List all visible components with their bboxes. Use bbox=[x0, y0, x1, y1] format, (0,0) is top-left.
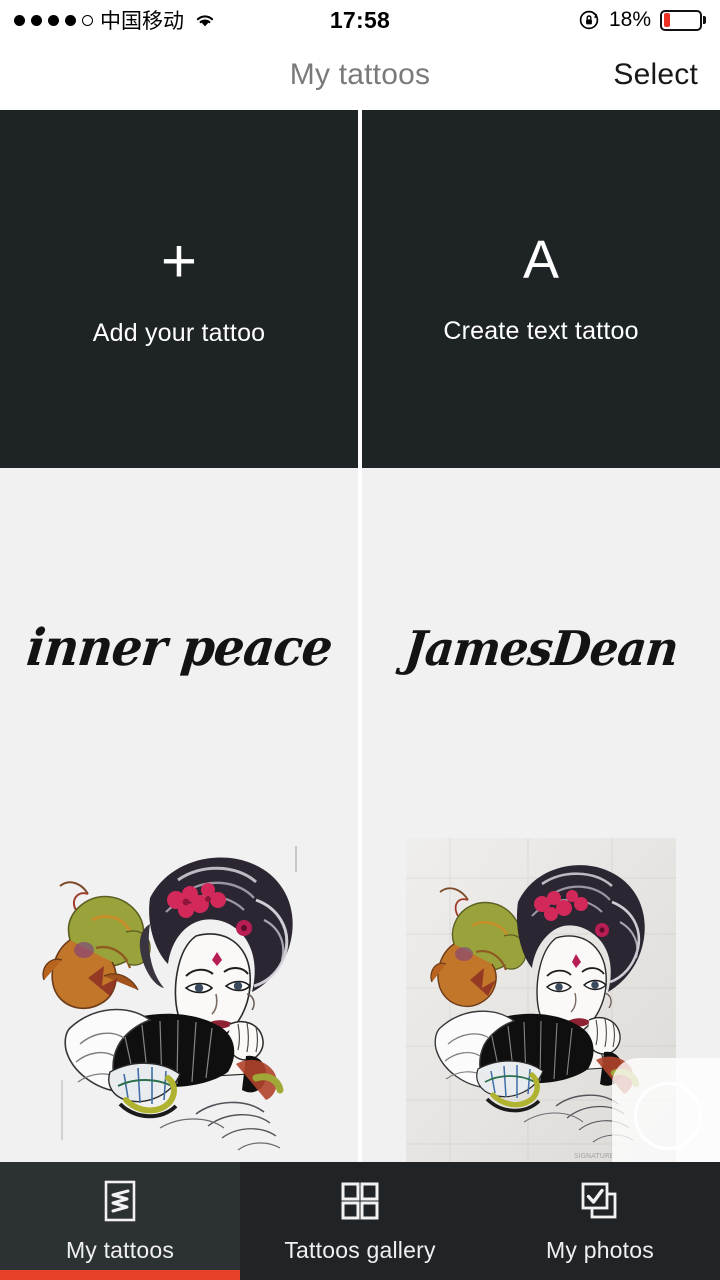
tattoo-tile-text[interactable]: inner peace bbox=[0, 468, 358, 828]
signal-dot bbox=[31, 14, 42, 26]
battery-fill bbox=[663, 13, 671, 27]
status-bar-left: 中国移动 bbox=[14, 5, 217, 35]
photo-watermark-overlay bbox=[612, 1058, 720, 1162]
svg-text:SIGNATURE: SIGNATURE bbox=[574, 1152, 614, 1160]
tattoo-text-preview: inner peace bbox=[23, 618, 335, 678]
battery-icon bbox=[660, 9, 706, 31]
rotation-lock-icon bbox=[578, 9, 600, 31]
geisha-artwork-svg bbox=[0, 828, 358, 1158]
tattoo-tile-image[interactable]: SIGNATURE bbox=[362, 828, 720, 1162]
wifi-icon bbox=[193, 11, 217, 29]
tab-tattoos-gallery[interactable]: Tattoos gallery bbox=[240, 1162, 480, 1280]
tattoo-grid: + Add your tattoo A Create text tattoo i… bbox=[0, 110, 720, 1162]
app-header: My tattoos Select bbox=[0, 40, 720, 110]
add-your-tattoo-tile[interactable]: + Add your tattoo bbox=[0, 110, 358, 468]
grid-four-squares-icon bbox=[337, 1178, 383, 1224]
tattoo-tile-image[interactable] bbox=[0, 828, 358, 1162]
clock-label: 17:58 bbox=[329, 6, 391, 33]
app-screen: 中国移动 17:58 18% My tattoos Select + Add y… bbox=[0, 0, 720, 1280]
grid-row-image-tattoos: SIGNATURE bbox=[0, 828, 720, 1162]
checked-photos-icon bbox=[577, 1178, 623, 1224]
signal-dot-empty bbox=[82, 14, 93, 26]
select-button[interactable]: Select bbox=[613, 58, 698, 92]
signal-strength-dots bbox=[14, 14, 93, 26]
grid-row-text-tattoos: inner peace JamesDean bbox=[0, 468, 720, 828]
status-bar: 中国移动 17:58 18% bbox=[0, 0, 720, 40]
geisha-tattoo-photo: SIGNATURE bbox=[362, 828, 720, 1162]
signal-dot bbox=[48, 14, 59, 26]
plus-icon: + bbox=[160, 226, 198, 296]
tattoo-text-preview: JamesDean bbox=[401, 619, 681, 677]
tattoo-tile-text[interactable]: JamesDean bbox=[362, 468, 720, 828]
letter-a-icon: A bbox=[522, 229, 560, 290]
tab-label: My tattoos bbox=[65, 1237, 175, 1263]
tab-my-photos[interactable]: My photos bbox=[480, 1162, 720, 1280]
tab-label: My photos bbox=[546, 1237, 654, 1263]
active-tab-indicator bbox=[0, 1270, 240, 1280]
battery-body bbox=[660, 9, 702, 31]
page-title: My tattoos bbox=[289, 58, 431, 91]
carrier-label: 中国移动 bbox=[100, 9, 184, 33]
signal-dot bbox=[65, 14, 76, 26]
tab-my-tattoos[interactable]: My tattoos bbox=[0, 1162, 240, 1280]
tattoo-sketch-icon bbox=[97, 1178, 143, 1224]
tab-label: Tattoos gallery bbox=[284, 1237, 436, 1263]
create-text-tattoo-tile[interactable]: A Create text tattoo bbox=[362, 110, 720, 468]
battery-percent-label: 18% bbox=[608, 8, 651, 31]
bottom-tab-bar: My tattoos Tattoos gallery My photos bbox=[0, 1162, 720, 1280]
create-text-tattoo-label: Create text tattoo bbox=[443, 316, 639, 345]
grid-row-actions: + Add your tattoo A Create text tattoo bbox=[0, 110, 720, 468]
signal-dot bbox=[14, 14, 25, 26]
geisha-tattoo-artwork bbox=[0, 828, 358, 1162]
add-your-tattoo-label: Add your tattoo bbox=[92, 318, 266, 347]
status-bar-right: 18% bbox=[578, 8, 706, 32]
battery-cap bbox=[703, 16, 706, 24]
